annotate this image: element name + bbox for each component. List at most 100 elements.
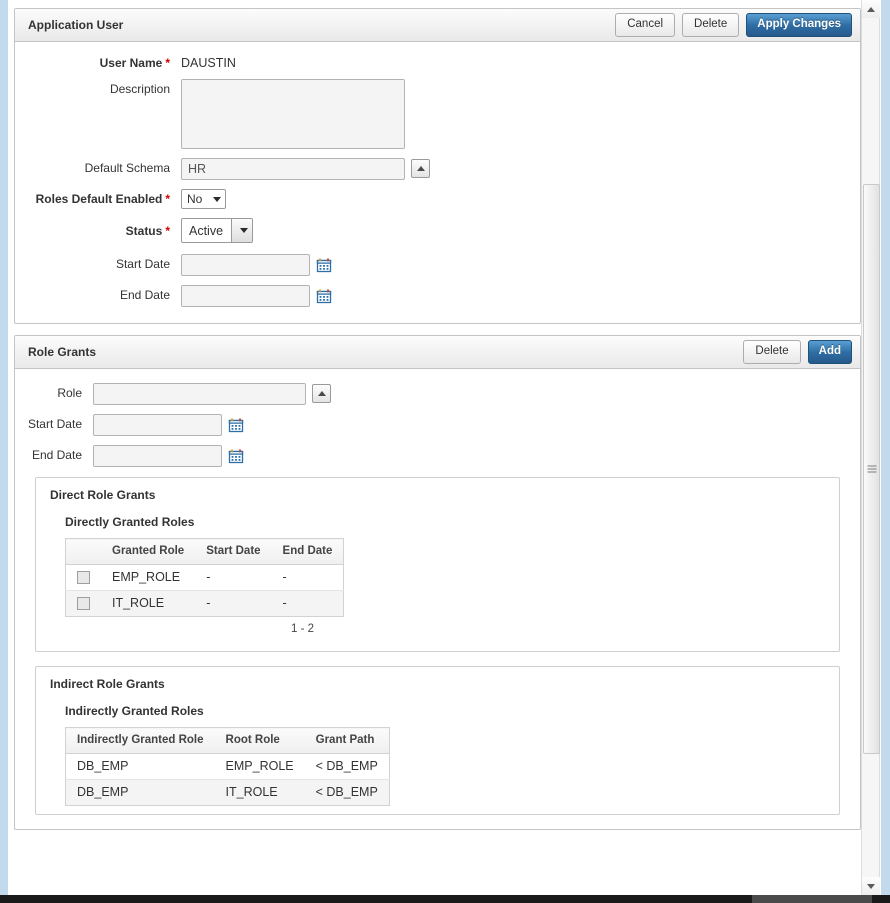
role-grants-actions: Delete Add [743,340,852,364]
scrollbar-thumb[interactable] [863,184,880,754]
field-row-description: Description [15,79,860,149]
description-textarea[interactable] [181,79,405,149]
role-grants-region: Role Grants Delete Add Role [14,335,861,830]
role-grants-region-header: Role Grants Delete Add [15,336,860,369]
browser-viewport: Application User Cancel Delete Apply Cha… [0,0,890,903]
indirect-role-grants-title: Indirect Role Grants [50,677,825,691]
row-select-cell [66,591,102,617]
field-row-end-date: End Date [15,285,860,307]
field-row-role: Role [15,383,860,405]
start-date-calendar-button[interactable] [316,257,332,273]
field-row-roles-default-enabled: Roles Default Enabled* No [15,189,860,209]
window-bottom-bar [0,895,890,903]
application-user-form: User Name* DAUSTIN Description Default S… [15,42,860,323]
description-field [181,79,405,149]
status-select[interactable]: Active [181,218,253,243]
page-right-margin [880,0,890,895]
column-header-end-date: End Date [272,539,344,565]
cell-start-date: - [195,565,271,591]
scroll-up-arrow-icon [867,7,875,12]
indirectly-granted-roles-table: Indirectly Granted Role Root Role Grant … [65,727,390,806]
role-input[interactable] [93,383,306,405]
cancel-button[interactable]: Cancel [615,13,675,37]
status-label: Status* [15,218,181,238]
default-schema-lov-button[interactable] [411,159,430,178]
calendar-icon [316,257,332,273]
indirectly-granted-roles-report: Indirectly Granted Role Root Role Grant … [65,727,825,806]
chevron-up-icon [318,391,326,396]
cell-root-role: IT_ROLE [215,780,305,806]
field-row-grant-end-date: End Date [15,445,860,467]
grant-end-date-calendar-button[interactable] [228,448,244,464]
cell-indirect-role: DB_EMP [66,780,215,806]
end-date-calendar-button[interactable] [316,288,332,304]
grant-end-date-input[interactable] [93,445,222,467]
cell-granted-role: EMP_ROLE [101,565,195,591]
chevron-down-icon [213,197,221,202]
directly-granted-roles-report-title: Directly Granted Roles [65,515,825,529]
end-date-label: End Date [15,285,181,302]
field-row-user-name: User Name* DAUSTIN [15,53,860,70]
column-header-indirect-role: Indirectly Granted Role [66,728,215,754]
directly-granted-roles-report: Granted Role Start Date End Date [65,538,825,635]
cell-end-date: - [272,565,344,591]
scroll-down-button[interactable] [862,877,880,895]
table-header-row: Indirectly Granted Role Root Role Grant … [66,728,390,754]
calendar-icon [316,288,332,304]
field-row-default-schema: Default Schema [15,158,860,180]
description-label: Description [15,79,181,96]
table-row: EMP_ROLE - - [66,565,344,591]
indirect-role-grants-subregion: Indirect Role Grants Indirectly Granted … [35,666,840,815]
cell-start-date: - [195,591,271,617]
grant-start-date-calendar-button[interactable] [228,417,244,433]
cell-grant-path: < DB_EMP [305,754,390,780]
role-lov-button[interactable] [312,384,331,403]
status-select-arrow[interactable] [231,219,252,242]
start-date-input[interactable] [181,254,310,276]
cell-grant-path: < DB_EMP [305,780,390,806]
page-vertical-scrollbar[interactable] [861,0,880,895]
direct-role-grants-title: Direct Role Grants [50,488,825,502]
required-marker: * [165,224,170,238]
default-schema-input[interactable] [181,158,405,180]
role-grants-form: Role Start Date [15,369,860,829]
table-row: DB_EMP IT_ROLE < DB_EMP [66,780,390,806]
roles-default-enabled-label: Roles Default Enabled* [15,189,181,206]
cell-end-date: - [272,591,344,617]
grant-start-date-label: Start Date [15,414,93,431]
apply-changes-button[interactable]: Apply Changes [746,13,852,37]
horizontal-scrollbar-thumb[interactable] [752,895,872,903]
roles-default-enabled-value: No [187,192,209,206]
row-checkbox[interactable] [77,571,90,584]
pagination-label: 1 - 2 [65,617,318,635]
end-date-field [181,285,332,307]
roles-default-enabled-field: No [181,189,226,209]
role-grants-title: Role Grants [28,345,743,359]
page-left-margin [0,0,9,895]
grant-end-date-label: End Date [15,445,93,462]
column-header-granted-role: Granted Role [101,539,195,565]
add-role-grant-button[interactable]: Add [808,340,852,364]
table-row: IT_ROLE - - [66,591,344,617]
scrollbar-grip-icon [867,466,876,473]
delete-user-button[interactable]: Delete [682,13,739,37]
cell-granted-role: IT_ROLE [101,591,195,617]
column-header-start-date: Start Date [195,539,271,565]
cell-root-role: EMP_ROLE [215,754,305,780]
delete-role-grant-button[interactable]: Delete [743,340,800,364]
default-schema-label: Default Schema [15,158,181,175]
required-marker: * [165,192,170,206]
directly-granted-roles-table: Granted Role Start Date End Date [65,538,344,617]
scroll-up-button[interactable] [862,0,880,18]
user-name-field: DAUSTIN [181,53,236,70]
start-date-field [181,254,332,276]
grant-start-date-field [93,414,244,436]
end-date-input[interactable] [181,285,310,307]
field-row-status: Status* Active [15,218,860,243]
default-schema-field [181,158,430,180]
grant-start-date-input[interactable] [93,414,222,436]
start-date-label: Start Date [15,254,181,271]
row-checkbox[interactable] [77,597,90,610]
status-value: Active [182,219,231,242]
roles-default-enabled-select[interactable]: No [181,189,226,209]
